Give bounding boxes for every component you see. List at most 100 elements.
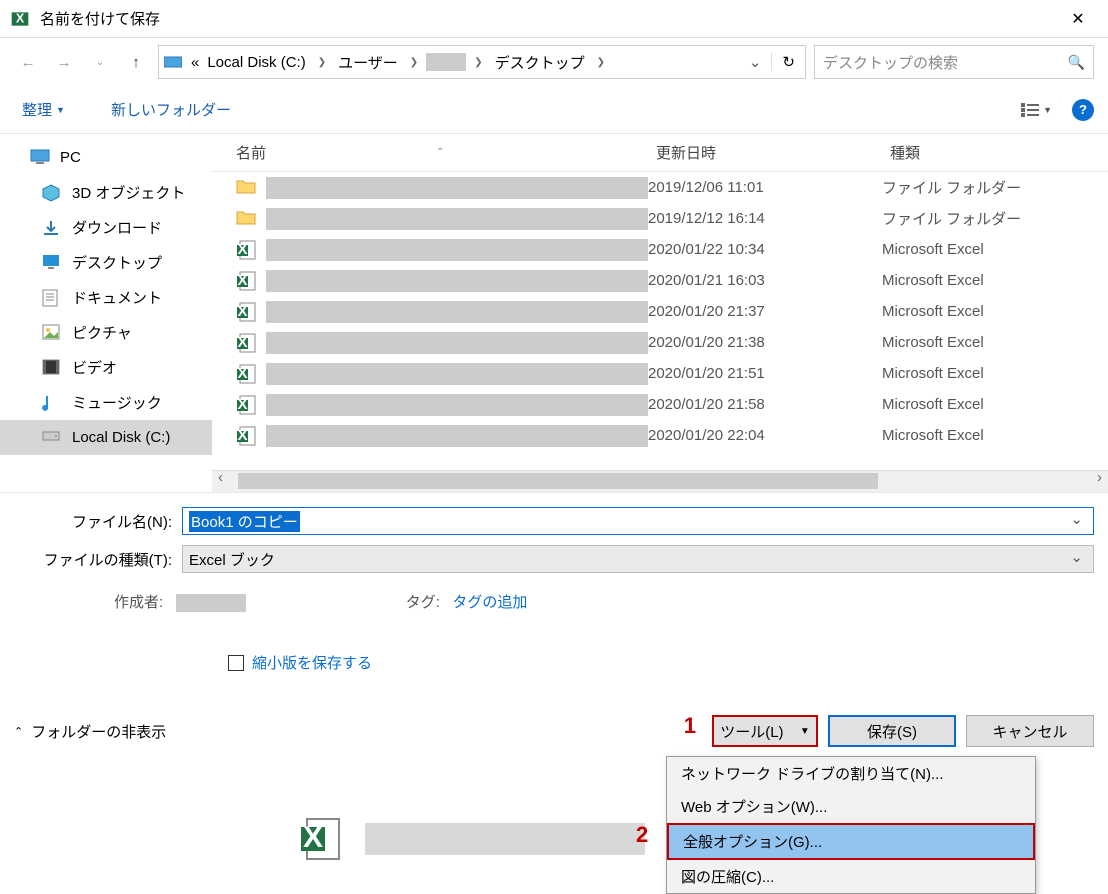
chevron-right-icon: ❯ — [310, 57, 334, 68]
close-button[interactable]: ✕ — [1058, 9, 1098, 29]
file-row[interactable]: X2020/01/22 10:34Microsoft Excel — [212, 234, 1108, 265]
file-date: 2020/01/21 16:03 — [648, 272, 882, 289]
chevron-right-icon: ❯ — [466, 57, 490, 68]
file-type: Microsoft Excel — [882, 272, 1108, 289]
tree-item[interactable]: ピクチャ — [0, 315, 212, 350]
organize-button[interactable]: 整理▼ — [14, 95, 73, 124]
dialog-footer: ⌃ フォルダーの非表示 1 ツール(L) ▼ 保存(S) キャンセル — [0, 703, 1108, 759]
file-name-redacted — [266, 332, 648, 354]
file-name-redacted — [266, 208, 648, 230]
excel-icon: X — [236, 302, 256, 322]
tree-item[interactable]: ドキュメント — [0, 280, 212, 315]
file-row[interactable]: 2019/12/12 16:14ファイル フォルダー — [212, 203, 1108, 234]
column-name[interactable]: 名前⌃ — [212, 142, 656, 163]
column-type[interactable]: 種類 — [890, 142, 1108, 163]
tree-item[interactable]: Local Disk (C:) — [0, 420, 212, 455]
filetype-select[interactable]: Excel ブック — [182, 545, 1094, 573]
breadcrumb-prefix: « — [187, 54, 203, 71]
file-name-redacted — [266, 394, 648, 416]
tools-menu: ネットワーク ドライブの割り当て(N)... Web オプション(W)... 全… — [666, 756, 1036, 894]
thumbnail-label: 縮小版を保存する — [252, 652, 372, 673]
file-row[interactable]: X 2020/01/20 21:38Microsoft Excel — [212, 327, 1108, 358]
search-box[interactable]: デスクトップの検索 🔍 — [814, 45, 1094, 79]
menu-web-options[interactable]: Web オプション(W)... — [667, 790, 1035, 823]
file-date: 2020/01/20 21:38 — [648, 334, 882, 351]
pic-icon — [42, 324, 62, 342]
tree-item[interactable]: 3D オブジェクト — [0, 175, 212, 210]
tree-label: Local Disk (C:) — [72, 429, 170, 446]
file-name-redacted — [266, 425, 648, 447]
new-folder-button[interactable]: 新しいフォルダー — [103, 95, 239, 124]
svg-text:X: X — [303, 821, 323, 854]
file-name-redacted — [266, 177, 648, 199]
file-row[interactable]: X2020/01/20 21:51Microsoft Excel — [212, 358, 1108, 389]
pc-icon — [30, 149, 50, 167]
address-bar[interactable]: « Local Disk (C:) ❯ ユーザー ❯ ❯ デスクトップ ❯ ⌄ … — [158, 45, 806, 79]
svg-text:X: X — [237, 303, 247, 320]
file-date: 2019/12/12 16:14 — [648, 210, 882, 227]
file-row[interactable]: 2019/12/06 11:01ファイル フォルダー — [212, 172, 1108, 203]
file-row[interactable]: X2020/01/20 21:37Microsoft Excel — [212, 296, 1108, 327]
svg-text:X: X — [237, 334, 247, 351]
tree-label: ミュージック — [72, 392, 162, 413]
menu-compress-pictures[interactable]: 図の圧縮(C)... — [667, 860, 1035, 893]
hide-folders-button[interactable]: ⌃ フォルダーの非表示 — [14, 721, 166, 742]
tools-button[interactable]: ツール(L) ▼ — [712, 715, 818, 747]
up-button[interactable]: ↑ — [122, 48, 150, 76]
breadcrumb-part-redacted[interactable] — [426, 53, 466, 71]
titlebar: X 名前を付けて保存 ✕ — [0, 0, 1108, 38]
file-row[interactable]: X 2020/01/20 21:58Microsoft Excel — [212, 389, 1108, 420]
desktop-icon — [42, 254, 62, 272]
excel-app-icon: X — [10, 9, 30, 29]
file-type: Microsoft Excel — [882, 427, 1108, 444]
svg-text:X: X — [237, 396, 247, 413]
breadcrumb-part[interactable]: Local Disk (C:) — [203, 54, 309, 71]
nav-tree[interactable]: PC3D オブジェクトダウンロードデスクトップドキュメントピクチャビデオミュージ… — [0, 134, 212, 492]
view-button[interactable]: ▼ — [1013, 99, 1060, 121]
cancel-button[interactable]: キャンセル — [966, 715, 1094, 747]
refresh-button[interactable]: ↻ — [771, 53, 805, 71]
address-dropdown[interactable]: ⌄ — [739, 53, 772, 71]
thumbnail-checkbox[interactable] — [228, 655, 244, 671]
tag-add-link[interactable]: タグの追加 — [452, 594, 527, 611]
file-date: 2020/01/20 21:58 — [648, 396, 882, 413]
download-icon — [42, 219, 62, 237]
3d-icon — [42, 184, 62, 202]
file-list[interactable]: 名前⌃ 更新日時 種類 2019/12/06 11:01ファイル フォルダー20… — [212, 134, 1108, 492]
file-row[interactable]: X 2020/01/20 22:04Microsoft Excel — [212, 420, 1108, 451]
excel-icon: X — [236, 333, 256, 353]
file-row[interactable]: X 2020/01/21 16:03Microsoft Excel — [212, 265, 1108, 296]
disk-icon — [42, 429, 62, 447]
file-type: Microsoft Excel — [882, 303, 1108, 320]
back-button[interactable]: ← — [14, 48, 42, 76]
file-name-redacted — [266, 239, 648, 261]
svg-text:X: X — [237, 427, 247, 444]
forward-button[interactable]: → — [50, 48, 78, 76]
file-date: 2020/01/20 22:04 — [648, 427, 882, 444]
filetype-label: ファイルの種類(T): — [14, 549, 182, 570]
tree-item[interactable]: ダウンロード — [0, 210, 212, 245]
tree-item[interactable]: デスクトップ — [0, 245, 212, 280]
tree-label: ピクチャ — [72, 322, 132, 343]
horizontal-scrollbar[interactable] — [212, 470, 1108, 492]
menu-general-options[interactable]: 全般オプション(G)... — [667, 823, 1035, 860]
svg-text:X: X — [16, 11, 25, 25]
save-button[interactable]: 保存(S) — [828, 715, 956, 747]
menu-network-drive[interactable]: ネットワーク ドライブの割り当て(N)... — [667, 757, 1035, 790]
help-button[interactable]: ? — [1072, 99, 1094, 121]
video-icon — [42, 359, 62, 377]
search-placeholder: デスクトップの検索 — [823, 52, 1068, 73]
file-type: Microsoft Excel — [882, 396, 1108, 413]
breadcrumb-part[interactable]: デスクトップ — [491, 52, 589, 73]
filename-input[interactable]: Book1 のコピー — [182, 507, 1094, 535]
tree-item[interactable]: PC — [0, 140, 212, 175]
breadcrumb-part[interactable]: ユーザー — [334, 52, 402, 73]
tree-item[interactable]: ビデオ — [0, 350, 212, 385]
excel-icon: X — [236, 364, 256, 384]
svg-text:X: X — [237, 272, 247, 289]
recent-dropdown[interactable]: ⌄ — [86, 48, 114, 76]
file-type: Microsoft Excel — [882, 241, 1108, 258]
column-date[interactable]: 更新日時 — [656, 142, 890, 163]
tree-item[interactable]: ミュージック — [0, 385, 212, 420]
file-type: Microsoft Excel — [882, 334, 1108, 351]
